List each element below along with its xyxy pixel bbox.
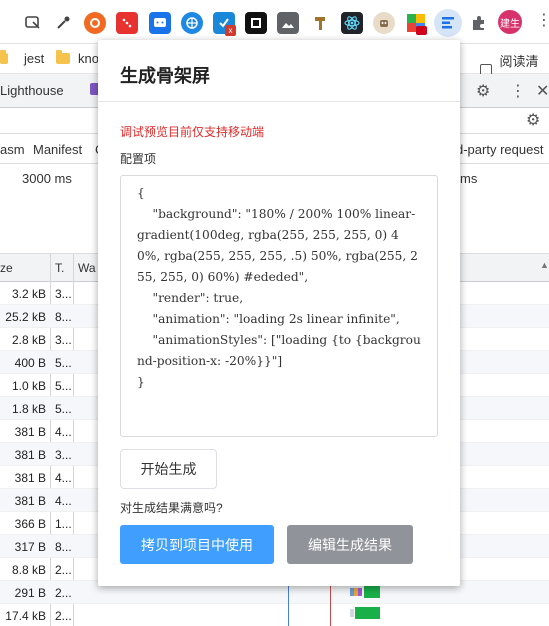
copy-to-project-button[interactable]: 拷贝到项目中使用 <box>120 525 274 564</box>
badge-icon <box>416 26 427 35</box>
edit-result-button[interactable]: 编辑生成结果 <box>287 525 413 564</box>
row-size: 381 B <box>14 471 46 485</box>
satisfaction-prompt: 对生成结果满意吗? <box>120 501 223 515</box>
profile-avatar[interactable]: 建生 <box>498 10 522 34</box>
checkbox-extension-icon[interactable]: x <box>213 12 236 36</box>
row-size: 25.2 kB <box>5 310 46 324</box>
sort-arrow-icon[interactable]: ▲ <box>540 260 549 270</box>
image-extension-icon[interactable] <box>277 12 299 34</box>
row-time: 3... <box>55 333 72 347</box>
bookmark-folder-kno[interactable]: kno <box>56 50 99 66</box>
col-waterfall[interactable]: Wa <box>78 261 96 275</box>
square-extension-icon[interactable] <box>245 12 267 34</box>
config-textarea[interactable]: { "background": "180% / 200% 100% linear… <box>120 175 438 437</box>
mobile-only-warning: 调试预览目前仅支持移动端 <box>120 125 265 139</box>
row-time: 4... <box>55 471 72 485</box>
overview-time-left: 3000 ms <box>22 171 72 186</box>
extensions-puzzle-icon[interactable] <box>468 12 490 34</box>
skeleton-extension-icon[interactable] <box>434 9 462 37</box>
robot-extension-icon[interactable] <box>373 12 395 34</box>
close-badge-icon: x <box>225 25 236 36</box>
row-time: 2... <box>55 563 72 577</box>
row-size: 1.8 kB <box>11 402 46 416</box>
row-size: 400 B <box>14 356 46 370</box>
row-time: 5... <box>55 379 72 393</box>
eyedropper-extension-icon[interactable] <box>52 12 74 34</box>
globe-extension-icon[interactable] <box>181 12 203 34</box>
row-size: 17.4 kB <box>5 609 46 623</box>
row-size: 8.8 kB <box>11 563 46 577</box>
folder-icon <box>0 50 8 64</box>
network-settings-icon[interactable]: ⚙ <box>526 110 540 130</box>
divider <box>98 101 460 102</box>
settings-gear-icon[interactable]: ⚙ <box>476 81 490 101</box>
filter-manifest[interactable]: Manifest <box>33 142 82 157</box>
popup-title: 生成骨架屏 <box>120 66 210 86</box>
col-size[interactable]: ze <box>0 261 13 275</box>
row-size: 3.2 kB <box>11 287 46 301</box>
browser-menu-icon[interactable]: ⋮ <box>536 13 549 29</box>
dice-extension-icon[interactable] <box>116 12 138 34</box>
react-devtools-icon[interactable] <box>341 12 363 34</box>
waterfall-bar <box>350 607 380 619</box>
table-row[interactable]: 17.4 kB 2... <box>0 604 549 626</box>
chat-extension-icon[interactable] <box>149 12 171 34</box>
screenshot-extension-icon[interactable] <box>22 12 44 34</box>
row-size: 317 B <box>14 540 46 554</box>
row-time: 8... <box>55 310 72 324</box>
row-time: 2... <box>55 586 72 600</box>
row-time: 2... <box>55 609 72 623</box>
row-size: 2.8 kB <box>11 333 46 347</box>
orange-extension-icon[interactable] <box>84 12 106 34</box>
row-size: 381 B <box>14 494 46 508</box>
skeleton-popup: 生成骨架屏 调试预览目前仅支持移动端 配置项 { "background": "… <box>98 40 460 586</box>
row-size: 1.0 kB <box>11 379 46 393</box>
load-line <box>330 586 331 626</box>
bookmark-label: kno <box>78 51 99 66</box>
bookmark-label: jest <box>24 51 45 66</box>
row-time: 5... <box>55 356 72 370</box>
filter-wasm[interactable]: asm <box>0 142 25 157</box>
waterfall-bar <box>350 586 380 598</box>
folder-icon <box>56 50 70 64</box>
row-time: 1... <box>55 517 72 531</box>
row-size: 366 B <box>14 517 46 531</box>
filter-third-party[interactable]: d-party request <box>456 142 543 157</box>
row-time: 3... <box>55 448 72 462</box>
row-size: 381 B <box>14 425 46 439</box>
colorful-extension-icon[interactable] <box>405 12 427 35</box>
config-label: 配置项 <box>120 152 157 166</box>
dom-content-loaded-line <box>288 586 289 626</box>
tab-lighthouse[interactable]: Lighthouse <box>0 83 64 98</box>
row-time: 5... <box>55 402 72 416</box>
hammer-extension-icon[interactable] <box>309 12 331 34</box>
row-time: 4... <box>55 494 72 508</box>
bookmark-folder-jest[interactable]: jest <box>0 50 45 66</box>
close-devtools-icon[interactable]: ✕ <box>536 81 549 101</box>
browser-toolbar: x 建生 ⋮ <box>0 0 549 44</box>
row-size: 291 B <box>14 586 46 600</box>
row-time: 4... <box>55 425 72 439</box>
devtools-menu-icon[interactable]: ⋮ <box>510 81 526 101</box>
row-size: 381 B <box>14 448 46 462</box>
row-time: 8... <box>55 540 72 554</box>
col-time[interactable]: T. <box>55 261 64 275</box>
overview-time-right: ms <box>460 171 478 186</box>
generate-button[interactable]: 开始生成 <box>120 449 217 489</box>
row-time: 3... <box>55 287 72 301</box>
